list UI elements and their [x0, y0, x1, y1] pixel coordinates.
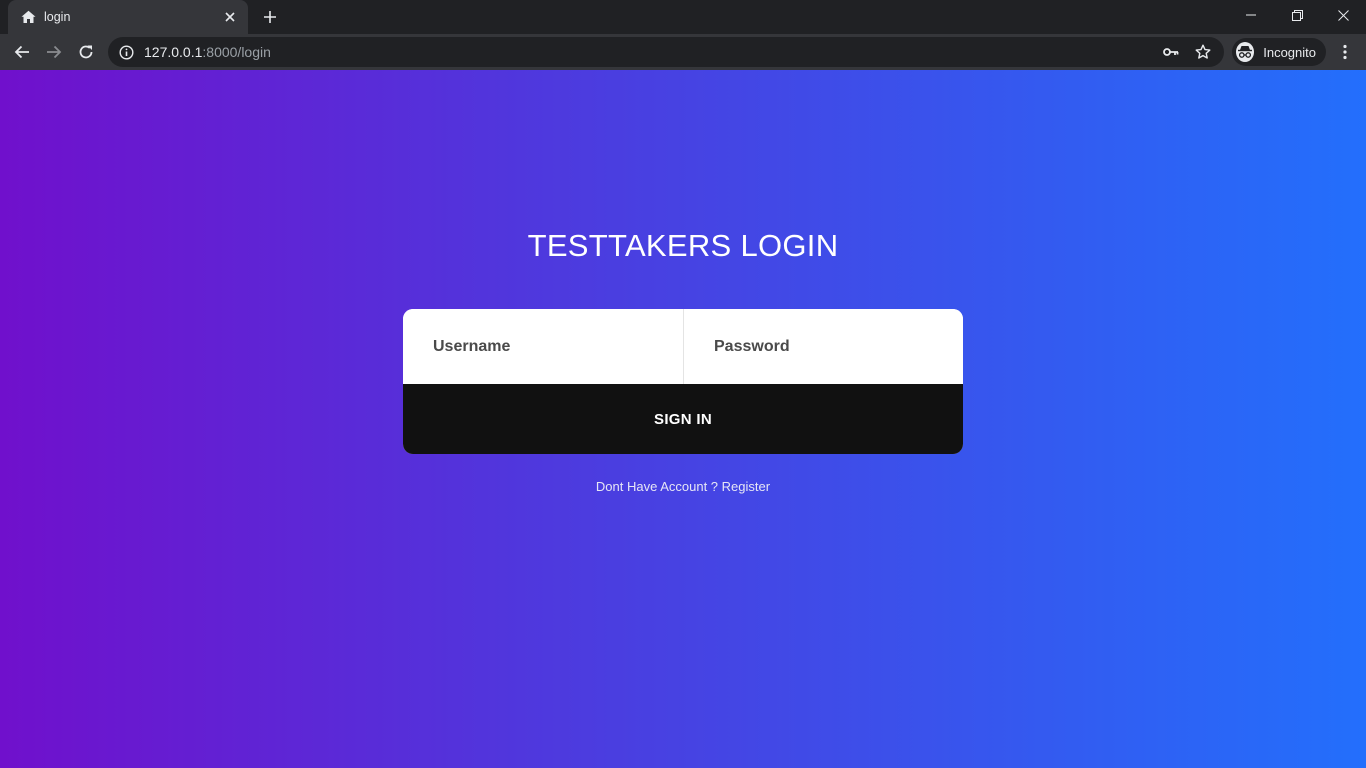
close-tab-icon[interactable] — [222, 9, 238, 25]
new-tab-button[interactable] — [258, 5, 282, 29]
url-path: :8000/login — [202, 44, 271, 60]
register-prompt-line: Dont Have Account ? Register — [0, 479, 1366, 494]
minimize-button[interactable] — [1228, 0, 1274, 30]
register-link[interactable]: Register — [722, 479, 770, 494]
page-title: TESTTAKERS LOGIN — [527, 228, 839, 263]
username-input[interactable] — [403, 309, 683, 384]
browser-menu-button[interactable] — [1334, 38, 1356, 66]
more-vert-icon — [1343, 44, 1347, 60]
home-icon — [20, 9, 36, 25]
forward-button[interactable] — [40, 38, 68, 66]
url-host: 127.0.0.1 — [144, 44, 203, 60]
browser-titlebar: login — [0, 0, 1366, 34]
browser-toolbar: 127.0.0.1:8000/login Incognito — [0, 34, 1366, 70]
register-prompt: Dont Have Account ? — [595, 479, 719, 494]
url-text: 127.0.0.1:8000/login — [144, 44, 1150, 60]
sign-in-button[interactable]: SIGN IN — [403, 384, 963, 454]
minimize-icon — [1246, 14, 1256, 16]
reload-button[interactable] — [72, 38, 100, 66]
reload-icon — [79, 45, 93, 59]
arrow-right-icon — [47, 45, 62, 59]
restore-icon — [1291, 9, 1303, 21]
password-input[interactable] — [683, 309, 963, 384]
arrow-left-icon — [14, 45, 29, 59]
page-viewport: TESTTAKERS LOGIN SIGN IN Dont Have Accou… — [0, 70, 1366, 768]
incognito-profile-button[interactable]: Incognito — [1232, 38, 1326, 66]
back-button[interactable] — [8, 38, 36, 66]
plus-icon — [264, 11, 276, 23]
info-icon[interactable] — [118, 44, 134, 60]
close-window-button[interactable] — [1320, 0, 1366, 30]
tab-title: login — [44, 10, 71, 24]
login-form: SIGN IN — [403, 309, 963, 454]
window-controls — [1228, 0, 1366, 30]
browser-tab[interactable]: login — [8, 0, 248, 34]
restore-button[interactable] — [1274, 0, 1320, 30]
star-icon[interactable] — [1192, 41, 1214, 63]
incognito-icon — [1236, 42, 1255, 62]
incognito-label: Incognito — [1263, 44, 1316, 60]
close-icon — [1337, 9, 1349, 21]
key-icon[interactable] — [1160, 41, 1182, 63]
address-bar[interactable]: 127.0.0.1:8000/login — [108, 37, 1224, 67]
